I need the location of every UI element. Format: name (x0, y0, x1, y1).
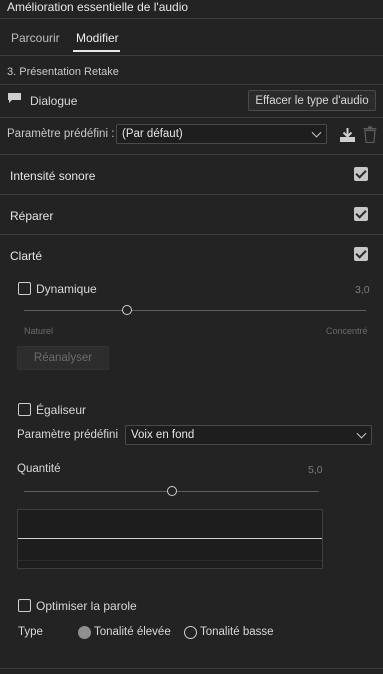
trash-icon[interactable] (363, 126, 377, 143)
divider (0, 84, 383, 85)
save-preset-icon[interactable] (339, 127, 356, 143)
radio-low-tone[interactable] (184, 626, 197, 639)
divider (0, 18, 383, 19)
dynamics-label: Dynamique (36, 282, 97, 296)
clarity-checkbox[interactable] (354, 247, 368, 261)
dynamics-value: 3,0 (355, 284, 370, 296)
section-clarity-label: Clarté (10, 249, 43, 263)
clip-name: 3. Présentation Retake (7, 66, 119, 78)
dynamics-max-label: Concentré (326, 326, 368, 336)
dynamics-checkbox[interactable] (18, 282, 31, 295)
tab-parcourir[interactable]: Parcourir (11, 31, 60, 45)
equalizer-label: Égaliseur (36, 403, 87, 417)
panel-title: Amélioration essentielle de l'audio (7, 0, 189, 14)
amount-value: 5,0 (308, 464, 323, 476)
radio-low-tone-label: Tonalité basse (200, 626, 274, 638)
equalizer-preset-label: Paramètre prédéfini (17, 429, 118, 441)
divider (0, 668, 383, 669)
clear-audio-type-button[interactable]: Effacer le type d'audio (248, 90, 376, 111)
active-tab-indicator (73, 50, 120, 52)
equalizer-baseline (18, 560, 322, 561)
speech-bubble-icon (8, 93, 21, 103)
dynamics-min-label: Naturel (24, 326, 54, 336)
repair-checkbox[interactable] (354, 207, 368, 221)
dynamics-slider-thumb[interactable] (121, 305, 132, 315)
equalizer-checkbox[interactable] (18, 403, 31, 416)
divider (0, 55, 383, 56)
section-loudness[interactable]: Intensité sonore (0, 154, 383, 194)
radio-high-tone-label: Tonalité élevée (94, 626, 171, 638)
equalizer-preset-dropdown[interactable]: Voix en fond (125, 425, 372, 445)
chevron-down-icon (311, 127, 322, 138)
equalizer-preset-value: Voix en fond (131, 429, 195, 441)
section-repair[interactable]: Réparer (0, 194, 383, 234)
optimize-speech-checkbox[interactable] (18, 599, 31, 612)
divider (0, 117, 383, 118)
speech-type-label: Type (18, 626, 43, 638)
amount-label: Quantité (17, 463, 61, 475)
preset-dropdown[interactable]: (Par défaut) (116, 124, 327, 144)
audio-type-label: Dialogue (30, 94, 78, 108)
reanalyze-button[interactable]: Réanalyser (17, 346, 109, 370)
chevron-down-icon (356, 428, 367, 439)
amount-slider-thumb[interactable] (166, 486, 177, 496)
tab-modifier[interactable]: Modifier (76, 31, 119, 45)
section-clarity[interactable]: Clarté (0, 234, 383, 274)
dynamics-slider-track[interactable] (24, 310, 366, 311)
equalizer-curve (18, 538, 322, 539)
loudness-checkbox[interactable] (354, 167, 368, 181)
optimize-speech-label: Optimiser la parole (36, 599, 137, 613)
section-loudness-label: Intensité sonore (10, 169, 96, 183)
radio-high-tone[interactable] (78, 626, 91, 639)
preset-label: Paramètre prédéfini : (7, 128, 115, 140)
section-repair-label: Réparer (10, 209, 54, 223)
preset-value: (Par défaut) (122, 128, 183, 140)
